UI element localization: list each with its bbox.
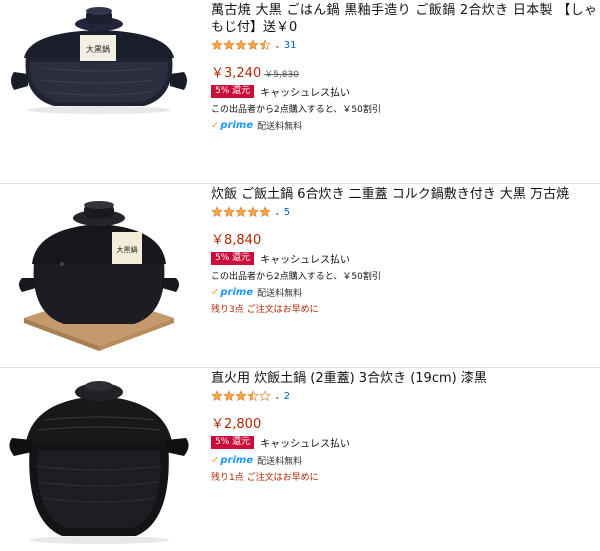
product-title-2[interactable]: 炊飯 ご飯土鍋 6合炊き 二重蓋 コルク鍋敷き付き 大黒 万古焼 [211, 186, 597, 203]
price-1[interactable]: ￥3,240 ￥5,830 [211, 62, 597, 81]
stock-warning-3: 残り1点 ご注文はお早めに [211, 473, 319, 483]
clay-pot-image-1: 大黒鍋 [11, 7, 187, 114]
svg-text:大黒鍋: 大黒鍋 [86, 44, 110, 54]
rating-2[interactable]: ⌄ 5 [211, 205, 597, 219]
shipping-2: 配送料無料 [257, 289, 303, 299]
star-icon [223, 390, 235, 402]
prime-row-2: ✓ prime 配送料無料 [211, 286, 597, 299]
cashless-row-2: 5% 還元 キャッシュレス払い [211, 251, 597, 266]
star-icon [235, 39, 247, 51]
star-icon [211, 206, 223, 218]
old-price-1: ￥5,830 [264, 70, 299, 80]
clay-pot-image-3 [9, 381, 189, 544]
price-3[interactable]: ￥2,800 [211, 413, 597, 432]
discount-note-1: この出品者から2点購入すると、￥50割引 [211, 105, 381, 115]
product-image-1[interactable]: 大黒鍋 [4, 2, 194, 114]
star-rating-1 [211, 39, 271, 51]
prime-check-icon: ✓ [211, 287, 220, 298]
product-image-3[interactable] [4, 370, 194, 545]
star-icon [247, 206, 259, 218]
prime-row-1: ✓ prime 配送料無料 [211, 119, 597, 132]
shipping-3: 配送料無料 [257, 457, 303, 467]
star-icon [235, 390, 247, 402]
cashback-badge-2: 5% 還元 [211, 252, 255, 265]
chevron-down-icon[interactable]: ⌄ [274, 41, 281, 50]
prime-badge-1: ✓ prime [211, 120, 254, 131]
product-card-1[interactable]: 大黒鍋 萬古焼 大黒 ごはん鍋 黒釉手造り ご飯鍋 2合炊き 日本製 【しゃもじ… [0, 0, 600, 183]
product-title-3[interactable]: 直火用 炊飯土鍋 (2重蓋) 3合炊き (19cm) 漆黒 [211, 370, 597, 387]
star-icon [223, 206, 235, 218]
chevron-down-icon[interactable]: ⌄ [274, 392, 281, 401]
product-title-1[interactable]: 萬古焼 大黒 ごはん鍋 黒釉手造り ご飯鍋 2合炊き 日本製 【しゃもじ付】送￥… [211, 2, 597, 36]
star-rating-2 [211, 206, 271, 218]
cashback-badge-1: 5% 還元 [211, 85, 255, 98]
cashless-label-1: キャッシュレス払い [260, 88, 350, 99]
current-price-2: ￥8,840 [211, 233, 262, 248]
rating-1[interactable]: ⌄ 31 [211, 38, 597, 52]
star-icon [247, 390, 259, 402]
cashless-label-3: キャッシュレス払い [260, 439, 350, 450]
price-2[interactable]: ￥8,840 [211, 229, 597, 248]
shipping-1: 配送料無料 [257, 122, 303, 132]
cashless-row-1: 5% 還元 キャッシュレス払い [211, 84, 597, 99]
review-count-2[interactable]: 5 [284, 207, 290, 218]
cashback-badge-3: 5% 還元 [211, 436, 255, 449]
review-count-3[interactable]: 2 [284, 391, 290, 402]
star-rating-3 [211, 390, 271, 402]
product-card-2[interactable]: 大黒鍋 炊飯 ご飯土鍋 6合炊き 二重蓋 コルク鍋敷き付き 大黒 万古焼 ⌄ 5… [0, 184, 600, 367]
rating-3[interactable]: ⌄ 2 [211, 389, 597, 403]
prime-badge-2: ✓ prime [211, 287, 254, 298]
svg-text:大黒鍋: 大黒鍋 [117, 245, 138, 254]
clay-pot-image-2: 大黒鍋 [19, 201, 179, 351]
prime-check-icon: ✓ [211, 120, 220, 131]
review-count-1[interactable]: 31 [284, 40, 297, 51]
star-icon [259, 206, 271, 218]
current-price-1: ￥3,240 [211, 66, 262, 81]
star-icon [259, 39, 271, 51]
prime-row-3: ✓ prime 配送料無料 [211, 454, 597, 467]
product-image-2[interactable]: 大黒鍋 [4, 188, 194, 353]
star-icon [259, 390, 271, 402]
star-icon [247, 39, 259, 51]
star-icon [235, 206, 247, 218]
product-card-3[interactable]: 直火用 炊飯土鍋 (2重蓋) 3合炊き (19cm) 漆黒 ⌄ 2 ￥2,800… [0, 368, 600, 551]
cashless-label-2: キャッシュレス払い [260, 255, 350, 266]
prime-badge-3: ✓ prime [211, 455, 254, 466]
current-price-3: ￥2,800 [211, 417, 262, 432]
cashless-row-3: 5% 還元 キャッシュレス払い [211, 435, 597, 450]
stock-warning-2: 残り3点 ご注文はお早めに [211, 305, 319, 315]
star-icon [211, 390, 223, 402]
chevron-down-icon[interactable]: ⌄ [274, 208, 281, 217]
star-icon [211, 39, 223, 51]
discount-note-2: この出品者から2点購入すると、￥50割引 [211, 272, 381, 282]
star-icon [223, 39, 235, 51]
prime-check-icon: ✓ [211, 455, 220, 466]
